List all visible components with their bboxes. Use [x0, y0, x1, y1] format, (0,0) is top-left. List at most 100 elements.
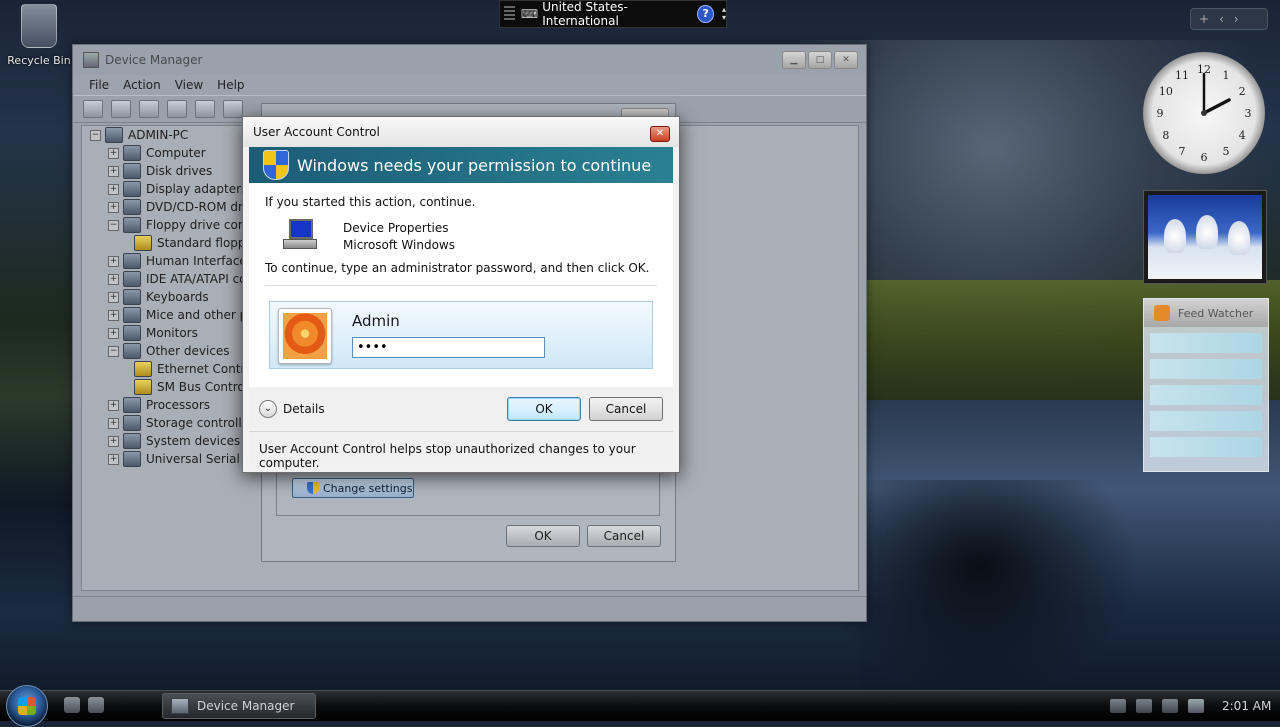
sidebar-controls[interactable]: + ‹ ›	[1190, 8, 1268, 30]
tree-item-disk-drives[interactable]: + Disk drives	[108, 162, 212, 180]
feed-item[interactable]	[1150, 411, 1262, 431]
language-bar-grip[interactable]	[504, 6, 515, 22]
language-bar-options-icon[interactable]: ▴ ▾	[722, 6, 726, 22]
tree-item-floppy-controllers[interactable]: − Floppy drive contr	[108, 216, 255, 234]
menu-bar: File Action View Help	[73, 75, 866, 95]
menu-action[interactable]: Action	[123, 78, 161, 92]
tree-item-human-interface[interactable]: + Human Interface D	[108, 252, 260, 270]
credential-tile[interactable]: Admin	[269, 301, 653, 369]
taskbar-button-device-manager[interactable]: Device Manager	[162, 693, 316, 719]
collapse-icon[interactable]: −	[90, 129, 101, 141]
feed-watcher-title: Feed Watcher	[1178, 306, 1254, 320]
status-bar	[73, 596, 866, 621]
clock-numeral: 1	[1223, 69, 1230, 82]
back-icon[interactable]	[83, 100, 103, 118]
feed-item[interactable]	[1150, 333, 1262, 353]
collapse-icon[interactable]: −	[108, 219, 119, 231]
chevron-down-icon[interactable]: ⌄	[259, 400, 277, 418]
properties-cancel-button[interactable]: Cancel	[587, 525, 661, 547]
clock-hour-hand	[1202, 98, 1231, 115]
expand-icon[interactable]: +	[108, 165, 119, 177]
network-tray-icon[interactable]	[1162, 699, 1178, 713]
recycle-bin[interactable]: Recycle Bin	[6, 4, 72, 67]
expand-icon[interactable]: +	[108, 309, 119, 321]
expand-icon[interactable]: +	[108, 183, 119, 195]
minimize-button[interactable]: ▁	[782, 51, 806, 69]
language-bar[interactable]: ⌨ United States-International ? ▴ ▾	[499, 0, 727, 28]
keyboard-icon	[123, 289, 141, 305]
menu-file[interactable]: File	[89, 78, 109, 92]
tree-item-label: Ethernet Contro	[157, 362, 253, 376]
password-field[interactable]	[352, 337, 545, 358]
forward-icon[interactable]	[111, 100, 131, 118]
help-icon[interactable]	[195, 100, 215, 118]
add-gadget-icon[interactable]: +	[1199, 12, 1209, 26]
feed-item[interactable]	[1150, 359, 1262, 379]
tree-item-standard-floppy[interactable]: Standard floppy	[134, 234, 253, 252]
expand-icon[interactable]: +	[108, 327, 119, 339]
security-tray-icon[interactable]	[1136, 699, 1152, 713]
feed-watcher-gadget[interactable]: Feed Watcher	[1143, 298, 1269, 472]
maximize-button[interactable]: □	[808, 51, 832, 69]
tree-item-other-devices[interactable]: − Other devices	[108, 342, 230, 360]
show-hide-tree-icon[interactable]	[139, 100, 159, 118]
processor-icon	[123, 397, 141, 413]
input-language[interactable]: United States-International	[542, 0, 689, 28]
expand-icon[interactable]: +	[108, 273, 119, 285]
uac-instruction: To continue, type an administrator passw…	[265, 261, 650, 275]
tree-item-monitors[interactable]: + Monitors	[108, 324, 198, 342]
tree-item-label: Processors	[146, 398, 211, 412]
tree-item-ethernet-controller[interactable]: Ethernet Contro	[134, 360, 253, 378]
tree-item-storage-controllers[interactable]: + Storage controllers	[108, 414, 260, 432]
tree-item-keyboards[interactable]: + Keyboards	[108, 288, 209, 306]
tree-item-processors[interactable]: + Processors	[108, 396, 210, 414]
expand-icon[interactable]: +	[108, 201, 119, 213]
expand-icon[interactable]: +	[108, 399, 119, 411]
feed-item[interactable]	[1150, 437, 1262, 457]
switch-windows-icon[interactable]	[88, 697, 104, 713]
tree-item-display-adapters[interactable]: + Display adapters	[108, 180, 247, 198]
uac-close-button[interactable]: ✕	[650, 126, 670, 142]
tree-root[interactable]: − ADMIN-PC	[90, 126, 188, 144]
expand-icon[interactable]: +	[108, 453, 119, 465]
tree-item-dvd-cdrom[interactable]: + DVD/CD-ROM driv	[108, 198, 253, 216]
uac-titlebar[interactable]: User Account Control	[243, 117, 679, 147]
close-button[interactable]: ✕	[834, 51, 858, 69]
change-settings-button[interactable]: Change settings	[292, 478, 414, 498]
expand-icon[interactable]: +	[108, 255, 119, 267]
properties-icon[interactable]	[167, 100, 187, 118]
prev-gadget-icon[interactable]: ‹	[1219, 12, 1224, 26]
volume-muted-icon[interactable]	[1188, 699, 1204, 713]
expand-icon[interactable]: +	[108, 291, 119, 303]
expand-icon[interactable]: +	[108, 147, 119, 159]
tree-item-label: Monitors	[146, 326, 198, 340]
expand-icon[interactable]: +	[108, 417, 119, 429]
start-button[interactable]	[6, 685, 48, 727]
clock-time[interactable]: 2:01 AM	[1222, 699, 1271, 713]
tree-item-ide-ata[interactable]: + IDE ATA/ATAPI co	[108, 270, 247, 288]
keyboard-tray-icon[interactable]	[1110, 699, 1126, 713]
collapse-icon[interactable]: −	[108, 345, 119, 357]
device-manager-titlebar[interactable]: Device Manager	[73, 45, 866, 75]
keyboard-icon: ⌨	[520, 7, 539, 21]
ok-button[interactable]: OK	[507, 397, 581, 421]
cancel-button[interactable]: Cancel	[589, 397, 663, 421]
tree-item-computer[interactable]: + Computer	[108, 144, 206, 162]
details-toggle[interactable]: ⌄ Details	[259, 400, 325, 418]
tree-item-sm-bus-controller[interactable]: SM Bus Contro	[134, 378, 245, 396]
expand-icon[interactable]: +	[108, 435, 119, 447]
properties-ok-button[interactable]: OK	[506, 525, 580, 547]
tree-item-system-devices[interactable]: + System devices	[108, 432, 240, 450]
tree-item-label: Other devices	[146, 344, 230, 358]
tree-item-mice[interactable]: + Mice and other po	[108, 306, 255, 324]
menu-view[interactable]: View	[175, 78, 203, 92]
clock-gadget[interactable]: 12 1 2 3 4 5 6 7 8 9 10 11	[1143, 52, 1265, 174]
menu-help[interactable]: Help	[217, 78, 244, 92]
help-icon[interactable]: ?	[697, 5, 714, 23]
slideshow-gadget[interactable]	[1143, 190, 1267, 284]
next-gadget-icon[interactable]: ›	[1234, 12, 1239, 26]
scan-hardware-icon[interactable]	[223, 100, 243, 118]
show-desktop-icon[interactable]	[64, 697, 80, 713]
feed-item[interactable]	[1150, 385, 1262, 405]
recycle-bin-icon	[21, 4, 57, 48]
